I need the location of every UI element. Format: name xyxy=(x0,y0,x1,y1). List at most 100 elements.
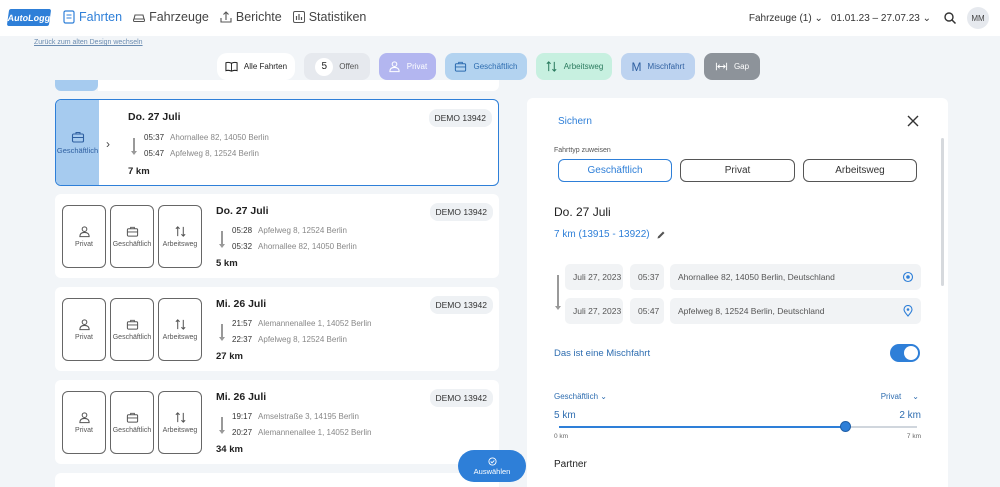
date-range-selector[interactable]: 01.01.23 – 27.07.23 ⌄ xyxy=(831,13,931,24)
filter-label: Privat xyxy=(406,62,428,71)
category-business-button[interactable]: Geschäftlich xyxy=(110,205,154,268)
category-label: Privat xyxy=(75,334,93,341)
select-button-label: Auswählen xyxy=(473,466,511,476)
start-address-field[interactable]: Ahornallee 82, 14050 Berlin, Deutschland xyxy=(670,264,921,290)
autologg-logo[interactable]: AutoLogg xyxy=(6,9,52,26)
left-type-label: Geschäftlich xyxy=(554,392,599,401)
end-address-value: Apfelweg 8, 12524 Berlin, Deutschland xyxy=(678,306,825,316)
category-label: Geschäftlich xyxy=(112,427,152,434)
old-design-link[interactable]: Zurück zum alten Design wechseln xyxy=(34,39,143,46)
trip-card[interactable] xyxy=(55,473,499,487)
category-label: Arbeitsweg xyxy=(162,427,198,434)
trip-card[interactable]: Privat Geschäftlich Arbeitsweg Mi. 26 Ju… xyxy=(55,287,499,371)
mixed-m-icon: M xyxy=(631,59,642,74)
category-label: Arbeitsweg xyxy=(162,241,198,248)
trip-end: 20:27 Alemannenallee 1, 14052 Berlin xyxy=(232,428,371,437)
vehicle-badge: DEMO 13942 xyxy=(429,389,493,407)
category-commute-button[interactable]: Arbeitsweg xyxy=(158,298,202,361)
nav-statistiken[interactable]: Statistiken xyxy=(292,10,366,24)
start-date-field[interactable]: Juli 27, 2023 xyxy=(565,264,623,290)
start-time: 21:57 xyxy=(232,319,253,328)
vehicle-badge: DEMO 13942 xyxy=(428,109,492,127)
chevron-right-icon[interactable]: › xyxy=(106,137,110,151)
trip-end: 05:47 Apfelweg 8, 12524 Berlin xyxy=(144,149,259,158)
swap-arrows-icon xyxy=(174,226,186,237)
filter-business[interactable]: Geschäftlich xyxy=(445,53,527,80)
category-private-button[interactable]: Privat xyxy=(62,298,106,361)
right-type-label: Privat xyxy=(880,392,902,401)
right-distance: 2 km xyxy=(899,410,921,421)
timeline-line xyxy=(221,417,223,430)
end-time-field[interactable]: 05:47 xyxy=(630,298,664,324)
timeline-arrow-icon xyxy=(219,244,225,248)
previous-trip-edge[interactable] xyxy=(55,80,98,91)
upload-report-icon xyxy=(220,11,232,23)
nav-fahrzeuge[interactable]: Fahrzeuge xyxy=(132,10,209,24)
category-private-button[interactable]: Privat xyxy=(62,205,106,268)
vehicle-selector[interactable]: Fahrzeuge (1) ⌄ xyxy=(749,13,823,24)
top-bar: AutoLogg Fahrten Fahrzeuge Berichte Stat… xyxy=(0,0,1000,36)
avatar[interactable]: MM xyxy=(967,7,989,29)
distance-range-label: 7 km (13915 - 13922) xyxy=(554,229,650,240)
select-button[interactable]: Auswählen xyxy=(458,450,526,482)
nav-fahrten[interactable]: Fahrten xyxy=(62,10,122,24)
vehicle-badge: DEMO 13942 xyxy=(429,296,493,314)
person-icon xyxy=(389,61,400,73)
trip-date: Mi. 26 Juli xyxy=(216,298,267,310)
end-address-field[interactable]: Apfelweg 8, 12524 Berlin, Deutschland xyxy=(670,298,921,324)
slider-handle[interactable] xyxy=(840,421,852,432)
category-label: Arbeitsweg xyxy=(162,334,198,341)
type-commute-button[interactable]: Arbeitsweg xyxy=(803,159,917,182)
close-icon[interactable] xyxy=(906,114,920,128)
distance-range[interactable]: 7 km (13915 - 13922) xyxy=(554,229,666,240)
end-date-field[interactable]: Juli 27, 2023 xyxy=(565,298,623,324)
briefcase-icon xyxy=(126,319,138,330)
pencil-icon[interactable] xyxy=(656,230,666,240)
open-count-badge: 5 xyxy=(315,57,334,76)
start-address: Apfelweg 8, 12524 Berlin xyxy=(258,226,347,235)
gap-icon xyxy=(715,62,728,71)
category-business-button[interactable]: Geschäftlich xyxy=(110,298,154,361)
start-address: Amselstraße 3, 14195 Berlin xyxy=(258,412,359,421)
type-business-button[interactable]: Geschäftlich xyxy=(558,159,672,182)
filter-gap[interactable]: Gap xyxy=(704,53,760,80)
search-icon[interactable] xyxy=(943,11,957,25)
filter-mixed[interactable]: M Mischfahrt xyxy=(621,53,695,80)
filter-open[interactable]: 5 Offen xyxy=(304,53,370,80)
trip-card-selected[interactable]: Geschäftlich › Do. 27 Juli DEMO 13942 05… xyxy=(55,99,499,186)
chart-icon xyxy=(292,11,305,23)
filter-label: Arbeitsweg xyxy=(563,62,604,71)
split-slider[interactable] xyxy=(559,421,917,432)
right-type-dropdown[interactable]: Privat ⌄ xyxy=(881,392,919,401)
trip-card[interactable]: Privat Geschäftlich Arbeitsweg Do. 27 Ju… xyxy=(55,194,499,278)
end-address: Apfelweg 8, 12524 Berlin xyxy=(258,335,347,344)
mixed-trip-toggle[interactable] xyxy=(890,344,920,362)
start-time-field[interactable]: 05:37 xyxy=(630,264,664,290)
type-private-button[interactable]: Privat xyxy=(680,159,795,182)
category-label: Geschäftlich xyxy=(112,241,152,248)
trip-date: Do. 27 Juli xyxy=(554,205,611,219)
trip-distance: 34 km xyxy=(216,444,243,455)
trip-end: 22:37 Apfelweg 8, 12524 Berlin xyxy=(232,335,347,344)
chevron-down-icon: ⌄ xyxy=(814,12,823,24)
trip-start: 05:37 Ahornallee 82, 14050 Berlin xyxy=(144,133,269,142)
person-icon xyxy=(78,319,90,331)
category-label: Geschäftlich xyxy=(112,334,152,341)
category-private-button[interactable]: Privat xyxy=(62,391,106,454)
category-commute-button[interactable]: Arbeitsweg xyxy=(158,205,202,268)
trip-date: Do. 27 Juli xyxy=(216,205,269,217)
filter-private[interactable]: Privat xyxy=(379,53,436,80)
trip-card[interactable]: Privat Geschäftlich Arbeitsweg Mi. 26 Ju… xyxy=(55,380,499,464)
filter-all-trips[interactable]: Alle Fahrten xyxy=(217,53,295,80)
category-commute-button[interactable]: Arbeitsweg xyxy=(158,391,202,454)
left-distance: 5 km xyxy=(554,410,576,421)
save-button[interactable]: Sichern xyxy=(558,116,592,127)
category-business-button[interactable]: Geschäftlich xyxy=(110,391,154,454)
vehicle-badge: DEMO 13942 xyxy=(429,203,493,221)
category-buttons: Privat Geschäftlich Arbeitsweg xyxy=(62,298,202,361)
nav-berichte[interactable]: Berichte xyxy=(219,10,282,24)
start-address-value: Ahornallee 82, 14050 Berlin, Deutschland xyxy=(678,272,835,282)
left-type-dropdown[interactable]: Geschäftlich ⌄ xyxy=(554,392,607,401)
scrollbar[interactable] xyxy=(941,138,944,286)
filter-commute[interactable]: Arbeitsweg xyxy=(536,53,612,80)
